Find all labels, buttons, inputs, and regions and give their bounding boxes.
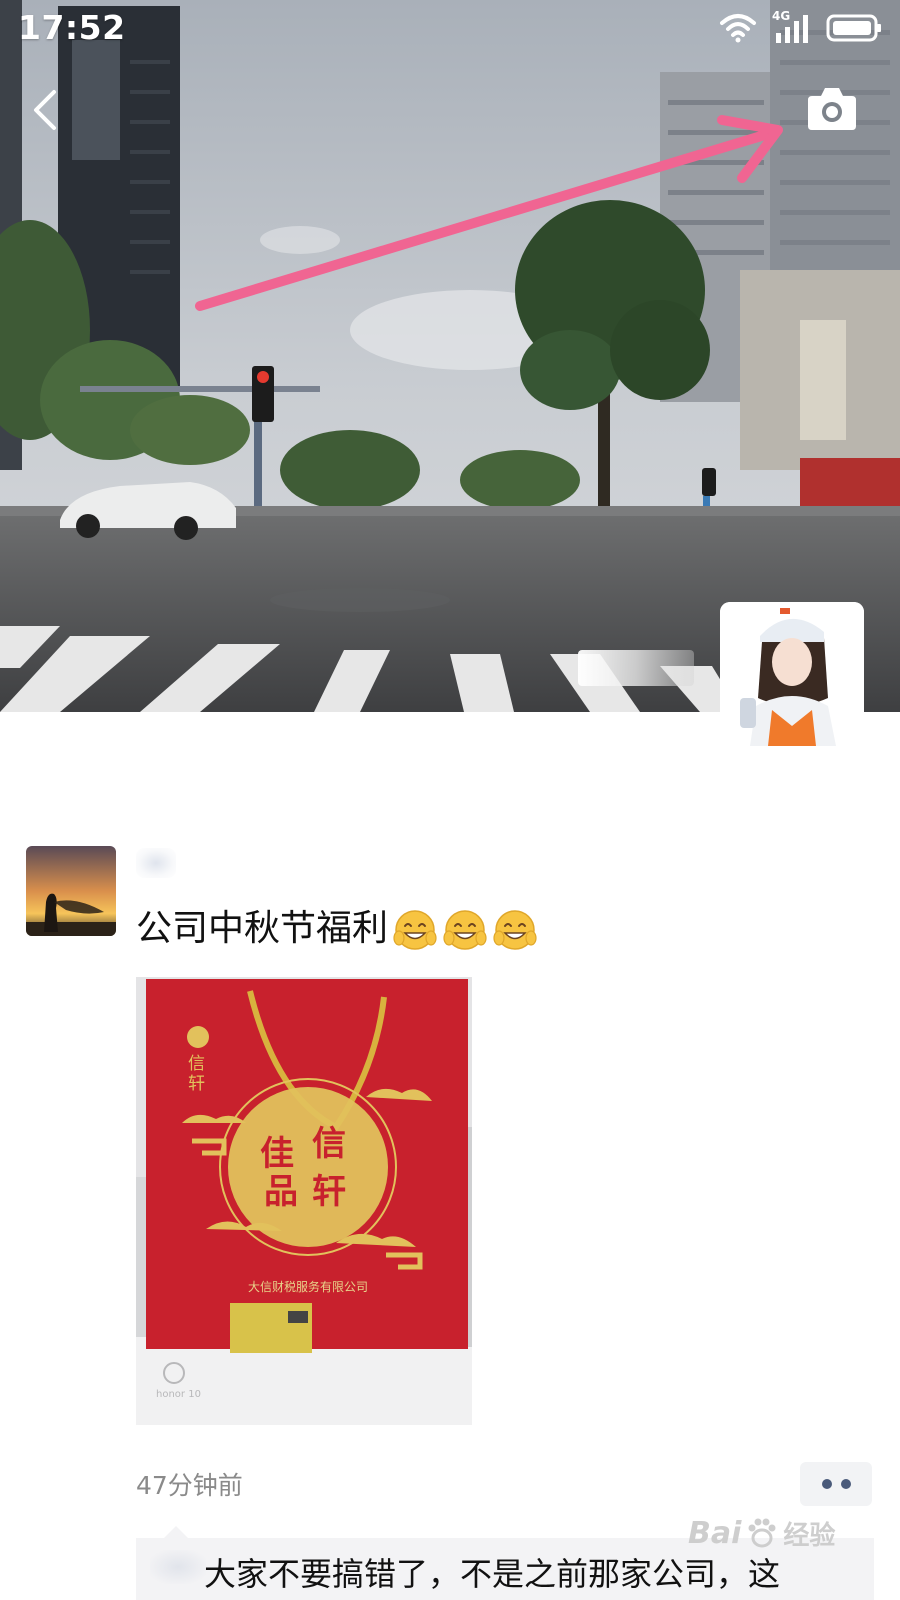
- more-actions-button[interactable]: [800, 1462, 872, 1506]
- status-bar: 17:52 4G: [0, 0, 900, 56]
- grin-sweat-emoji-icon: [393, 910, 437, 950]
- wifi-icon: [720, 14, 756, 43]
- post-timestamp: 47分钟前: [136, 1471, 243, 1500]
- profile-avatar[interactable]: [720, 602, 864, 746]
- more-dot-icon: [821, 1479, 832, 1489]
- blurred-commenter-name: [150, 1550, 206, 1584]
- more-dot-icon: [840, 1479, 851, 1489]
- status-time: 17:52: [18, 8, 126, 47]
- grin-sweat-emoji-icon: [493, 910, 537, 950]
- signal-icon: 4G: [772, 9, 812, 43]
- emoji-row: [392, 906, 538, 952]
- avatar: [26, 846, 116, 936]
- back-button[interactable]: [26, 84, 66, 136]
- post-text-content: 公司中秋节福利: [136, 908, 389, 949]
- paw-icon: [748, 1518, 776, 1548]
- watermark-suffix: 经验: [783, 1520, 836, 1551]
- grin-sweat-emoji-icon: [443, 910, 487, 950]
- status-icons: 4G: [718, 9, 882, 44]
- baidu-jingyan-watermark: Bai 经验: [688, 1504, 878, 1562]
- gift-bag-photo: 信 轩 佳 信 品 轩 大信财税服务有限公司 honor 10: [136, 977, 472, 1425]
- bag-char-2: 信: [312, 1124, 346, 1164]
- bag-char-1: 佳: [260, 1134, 294, 1174]
- avatar: [720, 602, 864, 746]
- battery-icon: [826, 14, 881, 42]
- camera-icon: [808, 88, 856, 130]
- bag-company-name: 大信财税服务有限公司: [248, 1279, 368, 1294]
- bag-char-3: 品: [264, 1172, 298, 1212]
- photo-watermark: honor 10: [156, 1389, 201, 1400]
- post-author-avatar[interactable]: [26, 846, 116, 936]
- chevron-left-icon: [34, 90, 56, 130]
- blurred-author-name: [136, 848, 176, 878]
- camera-button[interactable]: [804, 84, 860, 134]
- bag-brand-bottom: 轩: [188, 1074, 205, 1094]
- watermark-brand: Bai: [688, 1515, 742, 1551]
- post-image[interactable]: 信 轩 佳 信 品 轩 大信财税服务有限公司 honor 10: [136, 977, 472, 1425]
- blurred-username: [578, 650, 694, 686]
- post-text: 公司中秋节福利: [136, 906, 538, 952]
- bag-brand-top: 信: [188, 1054, 205, 1074]
- bag-char-4: 轩: [312, 1172, 346, 1212]
